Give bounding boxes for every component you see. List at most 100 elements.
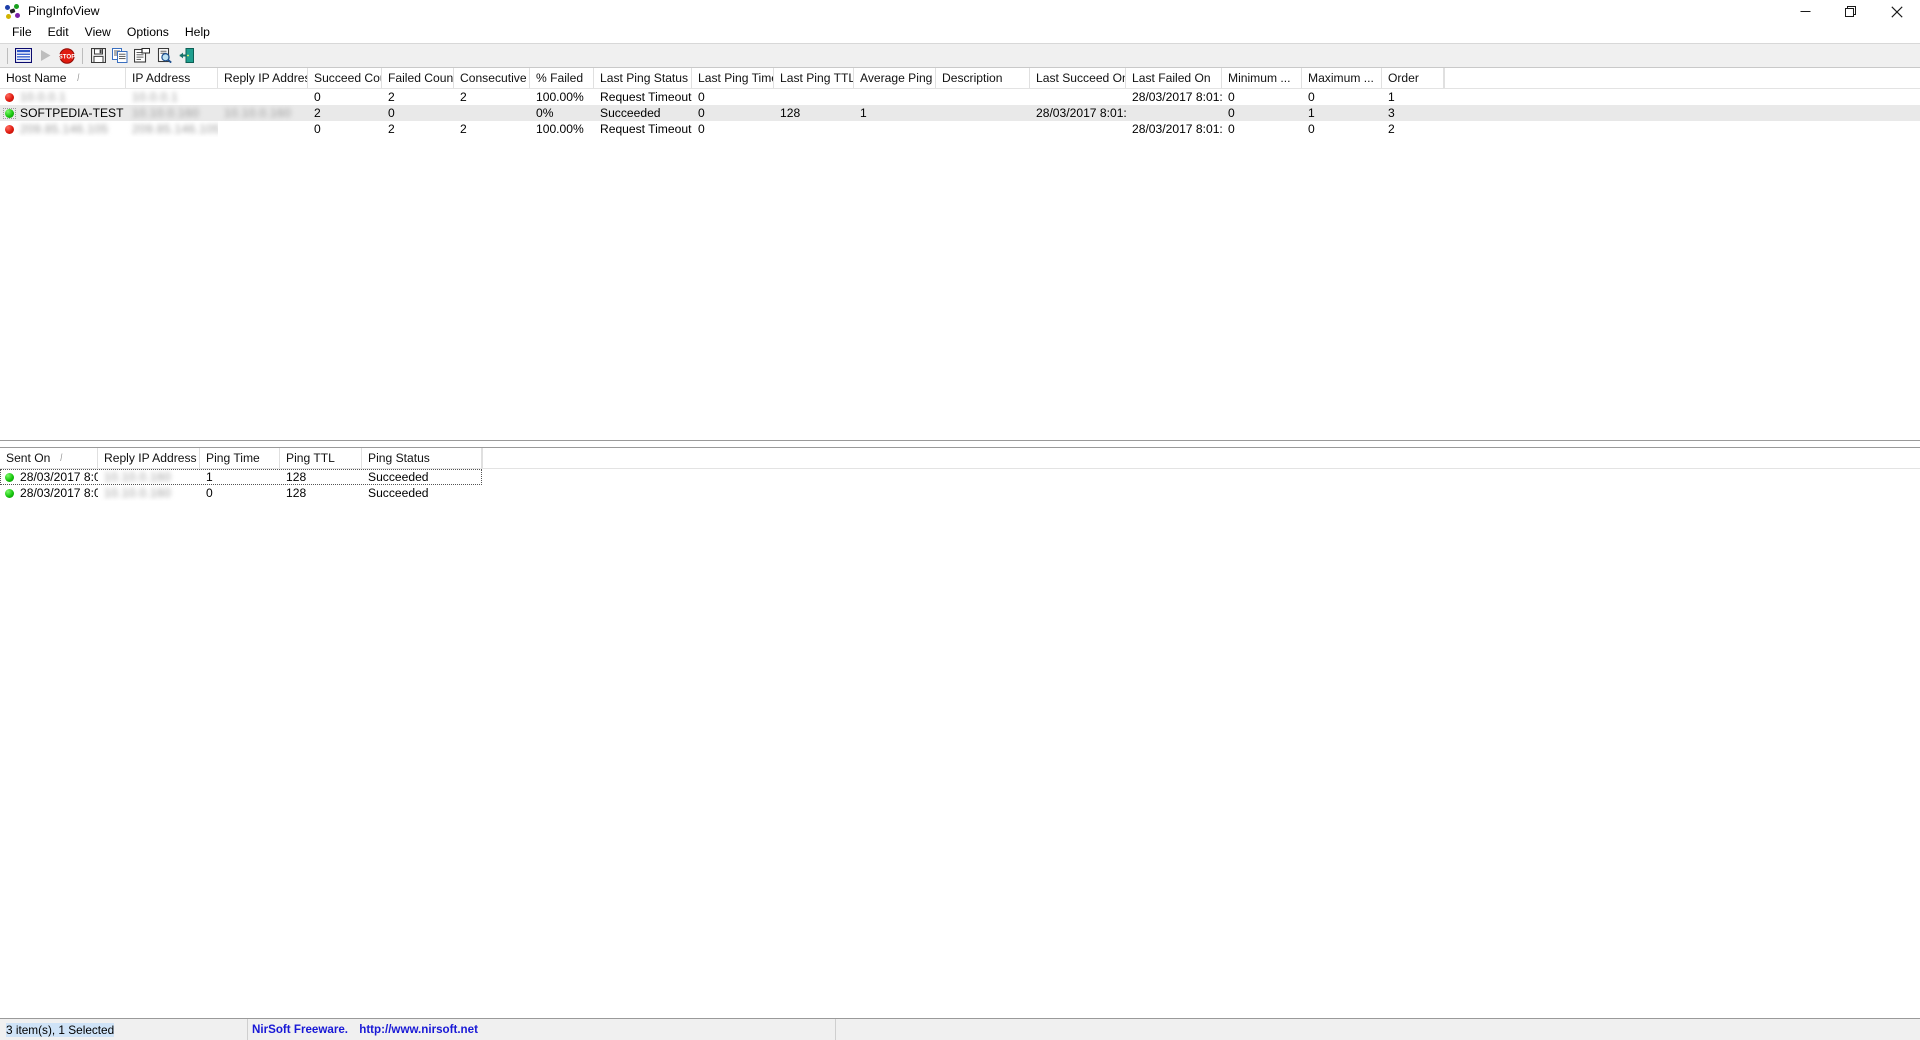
column-header-last-failed[interactable]: Last Failed On — [1126, 68, 1222, 88]
menu-help[interactable]: Help — [177, 24, 218, 41]
status-item-count: 3 item(s), 1 Selected — [0, 1019, 248, 1040]
minimize-button[interactable] — [1782, 0, 1828, 23]
start-icon[interactable] — [34, 45, 56, 66]
cell-reply-ip: 10.10.0.160 — [224, 106, 292, 120]
status-spare — [836, 1019, 1920, 1040]
ping-detail-pane[interactable]: Sent On / Reply IP Address Ping Time Pin… — [0, 447, 1920, 1018]
column-header-ping-ttl[interactable]: Ping TTL — [280, 448, 362, 468]
menu-edit[interactable]: Edit — [40, 24, 77, 41]
cell-last-time: 0 — [698, 90, 705, 104]
stop-icon[interactable]: STOP — [56, 45, 78, 66]
cell-ip-address: 10.10.0.160 — [132, 106, 200, 120]
window-title: PingInfoView — [28, 4, 100, 19]
cell-last-failed: 28/03/2017 8:01:33... — [1132, 122, 1222, 136]
pinginfoview-window: PingInfoView File Edit View Options Help… — [0, 0, 1920, 1040]
cell-ping-status: Succeeded — [368, 486, 429, 500]
nirsoft-url[interactable]: http://www.nirsoft.net — [359, 1023, 478, 1036]
cell-host-name: SOFTPEDIA-TEST — [0, 105, 126, 121]
save-icon[interactable] — [87, 45, 109, 66]
column-header-consecutive[interactable]: Consecutive F... — [454, 68, 530, 88]
column-header-reply-ip[interactable]: Reply IP Address — [218, 68, 308, 88]
column-header-pct-failed[interactable]: % Failed — [530, 68, 594, 88]
menu-view[interactable]: View — [77, 24, 119, 41]
column-header-succeed-count[interactable]: Succeed Cou... — [308, 68, 382, 88]
close-button[interactable] — [1874, 0, 1920, 23]
column-header-failed-count[interactable]: Failed Count — [382, 68, 454, 88]
cell-detail-reply-ip: 10.10.0.160 — [104, 486, 172, 500]
cell-last-succeed: 28/03/2017 8:01:33... — [1036, 106, 1126, 120]
cell-last-time: 0 — [698, 106, 705, 120]
maximize-button[interactable] — [1828, 0, 1874, 23]
title-bar-left: PingInfoView — [0, 3, 100, 20]
column-header-host-name[interactable]: Host Name / — [0, 68, 126, 88]
sort-indicator-icon: / — [76, 72, 79, 84]
column-header-ip-address[interactable]: IP Address — [126, 68, 218, 88]
title-bar: PingInfoView — [0, 0, 1920, 23]
cell-minimum: 0 — [1228, 90, 1235, 104]
report-icon[interactable] — [131, 45, 153, 66]
column-header-detail-reply-ip[interactable]: Reply IP Address — [98, 448, 200, 468]
cell-description — [936, 105, 1030, 121]
copy-icon[interactable] — [109, 45, 131, 66]
cell-last-succeed — [1030, 89, 1126, 105]
sort-indicator-icon: / — [60, 452, 63, 464]
cell-last-ttl — [774, 89, 854, 105]
cell-pct-failed: 0% — [536, 106, 554, 120]
column-header-avg-ping[interactable]: Average Ping ... — [854, 68, 936, 88]
column-header-filler — [1444, 68, 1920, 88]
cell-order: 3 — [1388, 106, 1395, 120]
find-icon[interactable] — [153, 45, 175, 66]
status-ok-icon — [3, 107, 16, 119]
nirsoft-credit: NirSoft Freeware. — [252, 1023, 348, 1036]
cell-last-ttl: 128 — [780, 106, 801, 120]
cell-pct-failed: 100.00% — [536, 122, 584, 136]
menu-options[interactable]: Options — [119, 24, 177, 41]
list-item[interactable]: 28/03/2017 8:01:... 10.10.0.160 0 128 Su… — [0, 485, 1920, 501]
exit-icon[interactable] — [175, 45, 197, 66]
column-header-description[interactable]: Description — [936, 68, 1030, 88]
table-row[interactable]: 10.0.0.1 10.0.0.1 0 2 2 100.00% Request … — [0, 89, 1920, 105]
column-header-last-status[interactable]: Last Ping Status — [594, 68, 692, 88]
column-header-sent-on[interactable]: Sent On / — [0, 448, 98, 468]
status-ok-icon — [4, 472, 15, 482]
hosts-list-header: Host Name / IP Address Reply IP Address … — [0, 68, 1920, 89]
cell-ping-status: Succeeded — [368, 470, 429, 484]
menu-file[interactable]: File — [4, 24, 40, 41]
app-icon — [5, 3, 21, 20]
cell-ping-time: 1 — [206, 470, 213, 484]
cell-consecutive: 2 — [460, 122, 467, 136]
table-row[interactable]: 209.85.146.105 209.85.146.105 0 2 2 100.… — [0, 121, 1920, 137]
menu-bar: File Edit View Options Help — [0, 23, 1920, 43]
table-row[interactable]: SOFTPEDIA-TEST 10.10.0.160 10.10.0.160 2… — [0, 105, 1920, 121]
list-item[interactable]: 28/03/2017 8:01:... 10.10.0.160 1 128 Su… — [0, 469, 482, 485]
cell-sent-on: 28/03/2017 8:01:... — [0, 469, 98, 485]
cell-last-time: 0 — [698, 122, 705, 136]
cell-reply-ip — [218, 89, 308, 105]
column-header-maximum[interactable]: Maximum ... — [1302, 68, 1382, 88]
column-header-last-succeed[interactable]: Last Succeed On — [1030, 68, 1126, 88]
column-header-last-ttl[interactable]: Last Ping TTL — [774, 68, 854, 88]
column-header-minimum[interactable]: Minimum ... — [1222, 68, 1302, 88]
cell-order: 1 — [1388, 90, 1395, 104]
column-header-order[interactable]: Order — [1382, 68, 1444, 88]
column-header-ping-time[interactable]: Ping Time — [200, 448, 280, 468]
column-header-last-time[interactable]: Last Ping Time — [692, 68, 774, 88]
cell-failed-count: 2 — [388, 122, 395, 136]
detail-list-header: Sent On / Reply IP Address Ping Time Pin… — [0, 448, 1920, 469]
cell-description — [936, 121, 1030, 137]
cell-ip-address: 209.85.146.105 — [132, 122, 218, 136]
cell-last-status: Request Timeout — [600, 122, 692, 136]
cell-ip-address: 10.0.0.1 — [132, 90, 179, 104]
cell-failed-count: 2 — [388, 90, 395, 104]
cell-last-status: Succeeded — [600, 106, 661, 120]
cell-reply-ip — [218, 121, 308, 137]
cell-last-failed: 28/03/2017 8:01:33... — [1132, 90, 1222, 104]
cell-minimum: 0 — [1228, 122, 1235, 136]
detail-column-header-filler — [482, 448, 1920, 468]
hosts-list-pane[interactable]: Host Name / IP Address Reply IP Address … — [0, 68, 1920, 441]
status-credit[interactable]: NirSoft Freeware. http://www.nirsoft.net — [248, 1019, 836, 1040]
cell-maximum: 1 — [1308, 106, 1315, 120]
column-header-ping-status[interactable]: Ping Status — [362, 448, 482, 468]
cell-detail-reply-ip: 10.10.0.160 — [104, 470, 172, 484]
properties-icon[interactable] — [12, 45, 34, 66]
